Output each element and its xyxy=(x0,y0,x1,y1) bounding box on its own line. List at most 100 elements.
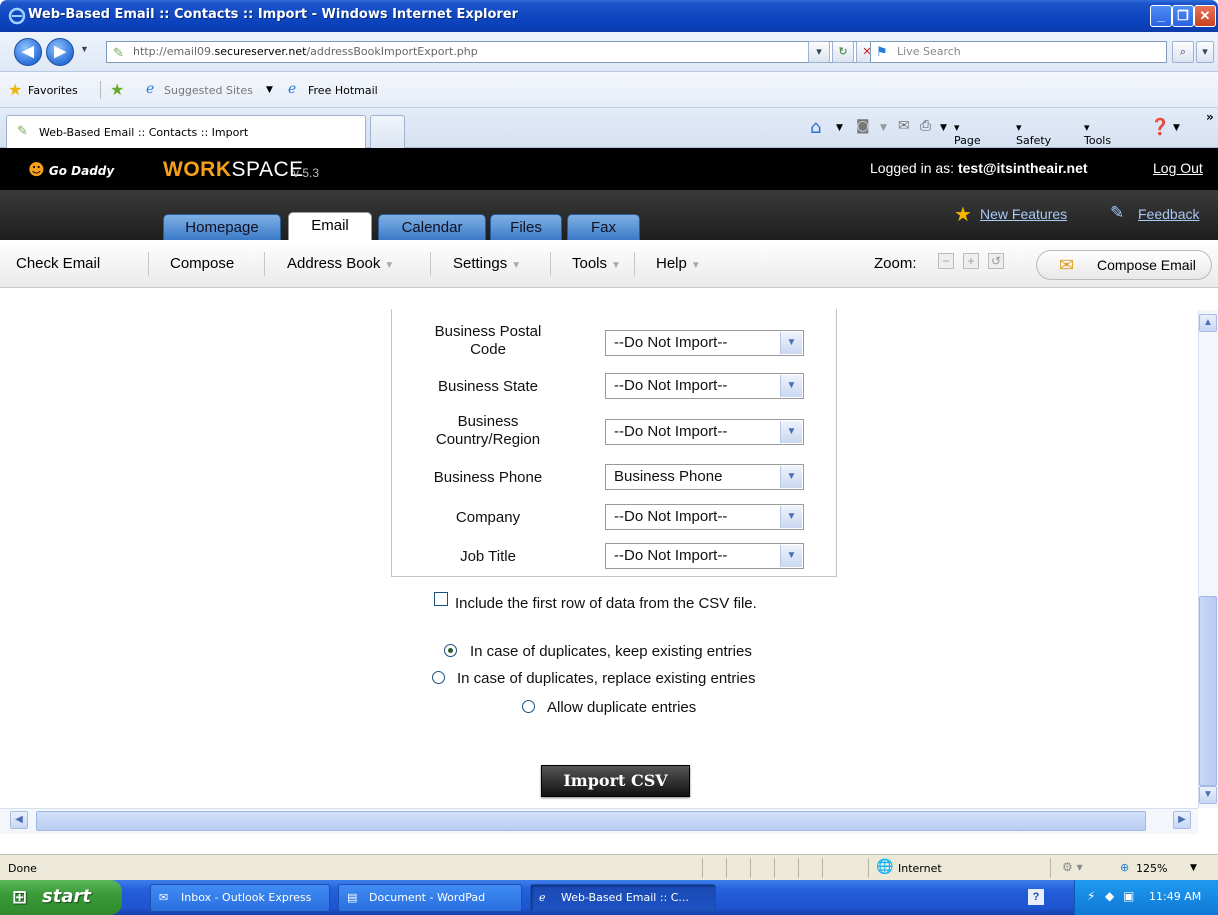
scroll-right-icon[interactable]: ▶ xyxy=(1173,811,1191,829)
compose-email-button[interactable]: ✉ Compose Email xyxy=(1036,250,1212,280)
zoom-dropdown-icon[interactable]: ▼ xyxy=(1190,863,1197,873)
protected-mode-icon[interactable]: ⚙ ▾ xyxy=(1062,860,1083,874)
scroll-up-icon[interactable]: ▲ xyxy=(1199,314,1217,332)
feeds-dropdown-icon[interactable]: ▼ xyxy=(880,123,887,133)
tab-homepage[interactable]: Homepage xyxy=(163,214,281,240)
taskbar-item-ie[interactable]: ℯ Web-Based Email :: C... xyxy=(530,884,716,912)
language-bar-icon[interactable]: ? xyxy=(1028,889,1044,905)
add-favorite-icon[interactable]: ★ xyxy=(110,80,124,99)
chevron-more-icon[interactable]: » xyxy=(1206,110,1214,124)
print-dropdown-icon[interactable]: ▼ xyxy=(940,123,947,133)
field-label-line: Business Postal xyxy=(434,323,542,340)
search-icon[interactable]: ⌕ xyxy=(1172,41,1194,63)
field-label-line: Company xyxy=(455,509,521,526)
close-button[interactable]: ✕ xyxy=(1194,5,1216,27)
radio-dup-allow-label: Allow duplicate entries xyxy=(547,699,697,716)
print-icon[interactable]: ⎙ xyxy=(920,118,931,134)
tools-menu[interactable]: Tools ▾ xyxy=(1084,121,1111,147)
select-job-title[interactable]: --Do Not Import-- ▼ xyxy=(605,543,804,569)
taskbar-item-wordpad[interactable]: ▤ Document - WordPad xyxy=(338,884,522,912)
read-mail-icon[interactable]: ✉ xyxy=(898,118,910,134)
status-divider xyxy=(774,858,775,878)
favorites-button[interactable]: Favorites xyxy=(28,84,78,97)
safety-menu[interactable]: Safety ▾ xyxy=(1016,121,1051,147)
godaddy-logo[interactable]: ☻ Go Daddy xyxy=(28,160,114,179)
compose-button[interactable]: Compose xyxy=(170,255,234,272)
browser-tab-row: ✎ Web-Based Email :: Contacts :: Import … xyxy=(0,108,1218,148)
new-features-link[interactable]: New Features xyxy=(980,206,1067,222)
horizontal-scroll-thumb[interactable] xyxy=(36,811,1146,831)
start-button[interactable]: ⊞ start xyxy=(0,880,122,915)
display-icon[interactable]: ▣ xyxy=(1123,889,1134,903)
free-hotmail-link[interactable]: Free Hotmail xyxy=(308,84,378,97)
zoom-reset-icon[interactable]: ↺ xyxy=(988,253,1004,269)
network-icon[interactable]: ⚡ xyxy=(1087,889,1095,903)
tab-fax[interactable]: Fax xyxy=(567,214,640,240)
radio-dup-keep[interactable] xyxy=(444,644,457,657)
minimize-button[interactable]: _ xyxy=(1150,5,1172,27)
help-menu[interactable]: Help ▼ xyxy=(656,255,701,272)
field-label-business-state: Business State xyxy=(395,378,581,396)
help-icon[interactable]: ❓ xyxy=(1150,117,1170,136)
select-business-state[interactable]: --Do Not Import-- ▼ xyxy=(605,373,804,399)
workspace-title-bold: WORK xyxy=(163,158,232,181)
feedback-icon: ✎ xyxy=(1110,203,1125,222)
status-bar: Done 🌐 Internet ⚙ ▾ ⊕ 125% ▼ xyxy=(0,854,1218,880)
select-business-phone[interactable]: Business Phone ▼ xyxy=(605,464,804,490)
tray-app-icon[interactable]: ◆ xyxy=(1105,889,1114,903)
tab-calendar[interactable]: Calendar xyxy=(378,214,486,240)
new-tab-button[interactable] xyxy=(370,115,405,148)
logout-link[interactable]: Log Out xyxy=(1153,160,1203,176)
search-input[interactable]: ⚑ Live Search xyxy=(870,41,1167,63)
browser-tab[interactable]: ✎ Web-Based Email :: Contacts :: Import xyxy=(6,115,366,148)
address-input[interactable]: ✎ http://email09.secureserver.net/addres… xyxy=(106,41,861,63)
field-label-line: Business Phone xyxy=(433,469,543,486)
feeds-icon[interactable]: ◙ xyxy=(856,118,870,134)
page-menu[interactable]: Page ▾ xyxy=(954,121,981,147)
field-label-line: Code xyxy=(470,341,506,358)
home-dropdown-icon[interactable]: ▼ xyxy=(836,123,843,133)
internet-zone-label: Internet xyxy=(898,862,942,875)
chevron-down-icon: ▼ xyxy=(780,375,802,397)
field-label-job-title: Job Title xyxy=(395,548,581,566)
settings-menu[interactable]: Settings ▼ xyxy=(453,255,521,272)
status-divider xyxy=(822,858,823,878)
home-icon[interactable]: ⌂ xyxy=(810,117,821,138)
check-email-button[interactable]: Check Email xyxy=(16,255,100,272)
tab-files[interactable]: Files xyxy=(490,214,562,240)
help-dropdown-icon[interactable]: ▼ xyxy=(1173,123,1180,133)
recent-pages-dropdown-icon[interactable]: ▼ xyxy=(80,44,89,54)
include-first-row-checkbox[interactable] xyxy=(434,592,448,606)
workspace-version: v 5.3 xyxy=(293,166,320,180)
scroll-left-icon[interactable]: ◀ xyxy=(10,811,28,829)
tools-menu-email[interactable]: Tools ▼ xyxy=(572,255,621,272)
chevron-down-icon: ▼ xyxy=(780,466,802,488)
restore-button[interactable]: ❐ xyxy=(1172,5,1194,27)
select-business-country-region[interactable]: --Do Not Import-- ▼ xyxy=(605,419,804,445)
email-menu-bar: Check Email Compose Address Book ▼ Settin… xyxy=(0,240,1218,288)
internet-explorer-icon: ℯ xyxy=(539,891,546,904)
address-dropdown-button[interactable]: ▾ xyxy=(808,41,830,63)
suggested-sites-dropdown-icon[interactable]: ▼ xyxy=(266,85,273,95)
forward-button[interactable]: ▶ xyxy=(46,38,74,66)
clock[interactable]: 11:49 AM xyxy=(1149,890,1201,903)
scroll-down-icon[interactable]: ▼ xyxy=(1199,786,1217,804)
zoom-level[interactable]: 125% xyxy=(1136,862,1167,875)
address-domain: secureserver.net xyxy=(214,45,307,58)
tab-email[interactable]: Email xyxy=(288,212,372,240)
vertical-scroll-thumb[interactable] xyxy=(1199,596,1217,786)
feedback-link[interactable]: Feedback xyxy=(1138,206,1199,222)
select-business-postal-code[interactable]: --Do Not Import-- ▼ xyxy=(605,330,804,356)
radio-dup-allow[interactable] xyxy=(522,700,535,713)
radio-dup-replace[interactable] xyxy=(432,671,445,684)
address-book-menu[interactable]: Address Book ▼ xyxy=(287,255,394,272)
select-company[interactable]: --Do Not Import-- ▼ xyxy=(605,504,804,530)
zoom-in-icon[interactable]: + xyxy=(963,253,979,269)
import-csv-button[interactable]: Import CSV xyxy=(541,765,690,797)
refresh-icon[interactable]: ↻ xyxy=(832,41,854,63)
zoom-out-icon[interactable]: − xyxy=(938,253,954,269)
back-button[interactable]: ◀ xyxy=(14,38,42,66)
search-options-icon[interactable]: ▾ xyxy=(1196,41,1214,63)
taskbar-item-outlook[interactable]: ✉ Inbox - Outlook Express xyxy=(150,884,330,912)
suggested-sites-link[interactable]: Suggested Sites xyxy=(164,84,253,97)
